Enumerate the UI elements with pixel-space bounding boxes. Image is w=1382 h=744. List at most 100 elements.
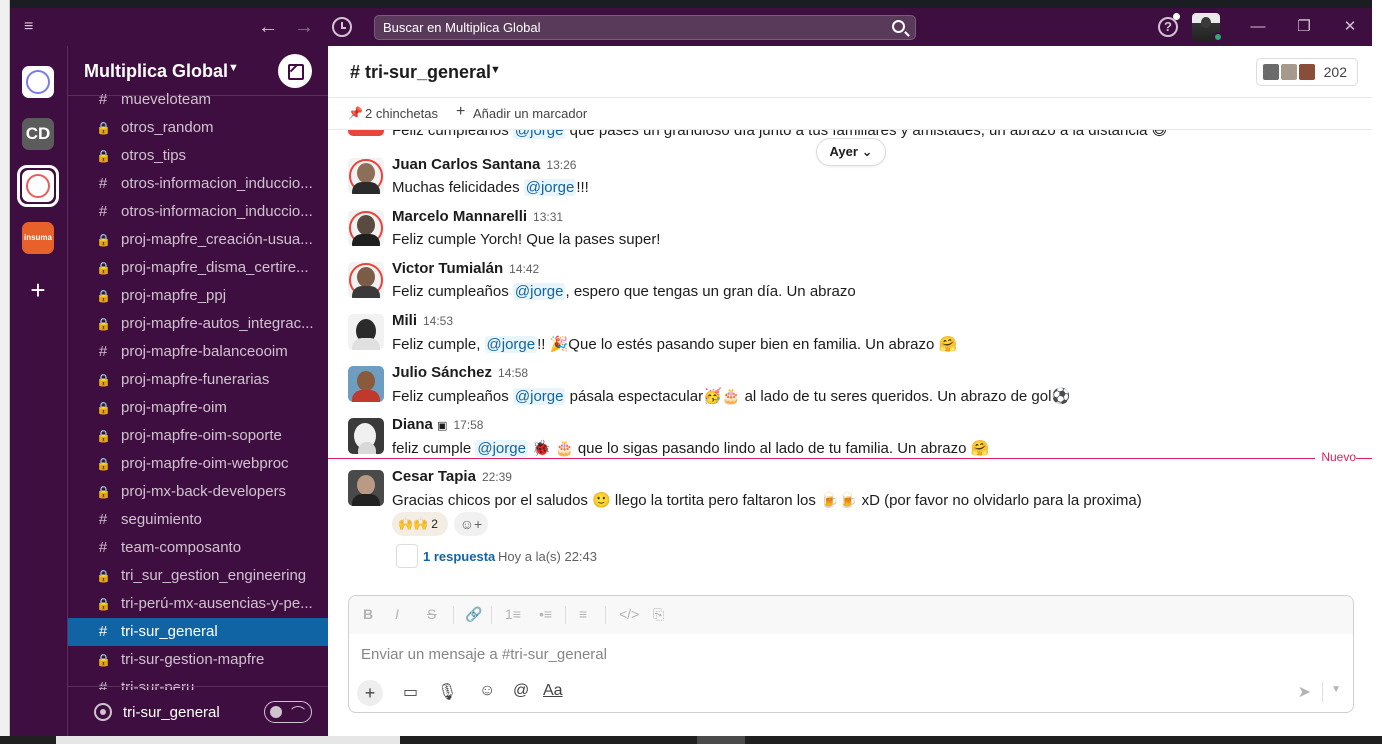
forward-arrow-icon[interactable]: → xyxy=(294,16,314,38)
sidebar-channel-item[interactable]: # otros-informacion_induccio... xyxy=(68,198,328,226)
add-workspace-button[interactable]: + xyxy=(22,274,54,306)
message-time[interactable]: 14:42 xyxy=(509,262,539,276)
huddle-channel-label: tri-sur_general xyxy=(123,704,220,721)
author-name[interactable]: Victor Tumialán 14:42 xyxy=(392,260,539,277)
workspace-icon-cd[interactable]: CD xyxy=(22,118,54,150)
message-time[interactable]: 14:58 xyxy=(498,366,528,380)
video-clip-icon[interactable]: ▭ xyxy=(403,682,418,702)
user-mention[interactable]: @jorge xyxy=(512,283,566,300)
user-avatar[interactable] xyxy=(348,158,384,194)
message-input[interactable]: Enviar un mensaje a #tri-sur_general xyxy=(361,646,607,663)
workspace-icon-insuma[interactable]: insuma xyxy=(22,222,54,254)
workspace-name[interactable]: Multiplica Global xyxy=(84,61,228,82)
user-mention[interactable]: @jorge xyxy=(512,388,566,405)
author-name[interactable]: Cesar Tapia 22:39 xyxy=(392,468,512,485)
sidebar-channel-item[interactable]: 🔒 proj-mapfre-funerarias xyxy=(68,366,328,394)
message-time[interactable]: 22:39 xyxy=(482,470,512,484)
user-avatar[interactable] xyxy=(348,314,384,350)
channel-name: tri-sur-gestion-mapfre xyxy=(121,651,265,668)
pins-link[interactable]: 2 chinchetas xyxy=(365,106,438,121)
sidebar-channel-item[interactable]: # seguimiento xyxy=(68,506,328,534)
bold-icon[interactable]: B xyxy=(363,606,373,622)
microphone-icon[interactable]: 🎙 xyxy=(437,682,457,702)
taskbar xyxy=(0,736,1382,744)
channel-name: mueveloteam xyxy=(121,91,212,108)
author-name[interactable]: Mili 14:53 xyxy=(392,312,453,329)
sidebar-channel-item[interactable]: # mueveloteam xyxy=(68,90,328,114)
sidebar-channel-item[interactable]: 🔒 otros_tips xyxy=(68,142,328,170)
user-mention[interactable]: @jorge xyxy=(484,336,538,353)
user-avatar[interactable] xyxy=(348,470,384,506)
window-frame-left xyxy=(0,0,10,744)
sidebar-channel-item[interactable]: 🔒 proj-mapfre-oim-webproc xyxy=(68,450,328,478)
add-bookmark-link[interactable]: Añadir un marcador xyxy=(473,106,587,121)
author-name[interactable]: Marcelo Mannarelli 13:31 xyxy=(392,208,563,225)
sidebar-channel-item[interactable]: 🔒 tri_sur_gestion_engineering xyxy=(68,562,328,590)
chevron-down-icon[interactable]: ▼ xyxy=(228,62,239,74)
maximize-button[interactable]: ❐ xyxy=(1294,17,1314,37)
message-time[interactable]: 17:58 xyxy=(453,418,483,432)
code-block-icon[interactable]: ⎘ xyxy=(653,606,664,623)
search-bar[interactable]: Buscar en Multiplica Global xyxy=(374,15,916,40)
compose-icon[interactable] xyxy=(278,54,312,88)
sidebar-channel-item[interactable]: 🔒 proj-mapfre_disma_certire... xyxy=(68,254,328,282)
sidebar-channel-item[interactable]: 🔒 tri-perú-mx-ausencias-y-pe... xyxy=(68,590,328,618)
ordered-list-icon[interactable]: 1≡ xyxy=(505,606,521,622)
close-button[interactable]: ✕ xyxy=(1340,17,1360,37)
minimize-button[interactable]: — xyxy=(1248,17,1268,37)
message-time[interactable]: 13:31 xyxy=(533,210,563,224)
mention-icon[interactable]: @ xyxy=(513,682,529,700)
sidebar-channel-item[interactable]: # proj-mapfre-balanceooim xyxy=(68,338,328,366)
workspace-icon-1[interactable] xyxy=(22,66,54,98)
italic-icon[interactable]: I xyxy=(395,606,399,622)
send-icon[interactable]: ➤ xyxy=(1298,682,1311,702)
sidebar-channel-item[interactable]: 🔒 proj-mx-back-developers xyxy=(68,478,328,506)
sidebar-channel-item[interactable]: # otros-informacion_induccio... xyxy=(68,170,328,198)
reaction-pill[interactable]: 🙌🙌 2 xyxy=(392,512,448,536)
sidebar-channel-item[interactable]: 🔒 proj-mapfre-oim xyxy=(68,394,328,422)
sidebar-channel-item[interactable]: 🔒 otros_random xyxy=(68,114,328,142)
emoji-icon[interactable]: ☺ xyxy=(479,682,495,700)
sidebar-channel-item[interactable]: 🔒 proj-mapfre-oim-soporte xyxy=(68,422,328,450)
author-name[interactable]: Julio Sánchez 14:58 xyxy=(392,364,528,381)
add-reaction-icon[interactable]: ☺+ xyxy=(454,512,488,536)
send-options-chevron-icon[interactable]: ▼ xyxy=(1331,684,1341,695)
message-time[interactable]: 13:26 xyxy=(546,158,576,172)
workspace-icon-multiplica[interactable] xyxy=(22,170,54,202)
author-name[interactable]: Juan Carlos Santana 13:26 xyxy=(392,156,576,173)
user-avatar[interactable] xyxy=(348,366,384,402)
members-button[interactable]: 202 xyxy=(1256,58,1358,86)
history-clock-icon[interactable] xyxy=(332,17,352,37)
user-avatar[interactable] xyxy=(348,418,384,454)
link-icon[interactable]: 🔗 xyxy=(465,606,482,623)
menu-icon[interactable]: ≡ xyxy=(24,18,38,36)
workspace-header[interactable]: Multiplica Global ▼ xyxy=(68,46,328,96)
user-mention[interactable]: @jorge xyxy=(512,130,566,139)
user-avatar[interactable] xyxy=(348,130,384,136)
user-mention[interactable]: @jorge xyxy=(523,179,577,196)
sidebar-channel-item[interactable]: 🔒 proj-mapfre-autos_integrac... xyxy=(68,310,328,338)
sidebar-channel-item[interactable]: # tri-sur_general xyxy=(68,618,328,646)
chevron-down-icon[interactable]: ▼ xyxy=(490,64,501,76)
channel-title[interactable]: # tri-sur_general xyxy=(350,62,491,83)
message-time[interactable]: 14:53 xyxy=(423,314,453,328)
blockquote-icon[interactable]: ≡ xyxy=(579,606,587,622)
user-avatar[interactable] xyxy=(348,262,384,298)
huddle-toggle[interactable] xyxy=(264,701,312,723)
sidebar-channel-item[interactable]: 🔒 proj-mapfre_creación-usua... xyxy=(68,226,328,254)
back-arrow-icon[interactable]: ← xyxy=(258,16,278,38)
code-icon[interactable]: </> xyxy=(619,606,639,622)
thread-reply-count[interactable]: 1 respuesta xyxy=(423,549,495,564)
bulleted-list-icon[interactable]: •≡ xyxy=(539,606,552,622)
strikethrough-icon[interactable]: S xyxy=(427,606,436,622)
text-format-icon[interactable]: Aa xyxy=(543,682,563,700)
channel-sidebar: Multiplica Global ▼ # mueveloteam 🔒 otros_r… xyxy=(68,46,328,736)
plus-attach-icon[interactable]: + xyxy=(357,680,383,706)
sidebar-channel-item[interactable]: 🔒 proj-mapfre_ppj xyxy=(68,282,328,310)
sidebar-channel-item[interactable]: # team-composanto xyxy=(68,534,328,562)
help-icon[interactable]: ? xyxy=(1158,17,1178,37)
sidebar-channel-item[interactable]: 🔒 tri-sur-gestion-mapfre xyxy=(68,646,328,674)
user-avatar[interactable] xyxy=(348,210,384,246)
author-name[interactable]: Diana ▣ 17:58 xyxy=(392,416,483,433)
user-mention[interactable]: @jorge xyxy=(475,440,528,457)
